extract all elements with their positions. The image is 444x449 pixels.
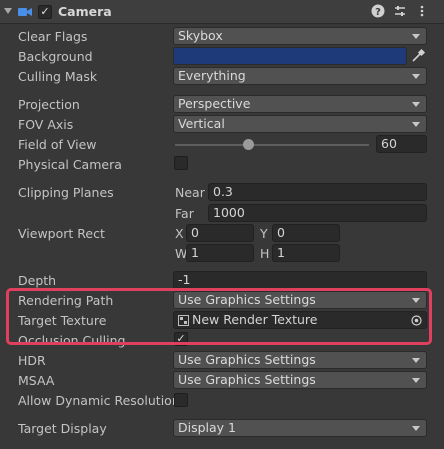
culling-mask-label: Culling Mask bbox=[18, 69, 98, 84]
msaa-dropdown[interactable]: Use Graphics Settings bbox=[173, 371, 427, 389]
msaa-label: MSAA bbox=[18, 373, 55, 388]
field-of-view-slider-handle[interactable] bbox=[243, 139, 255, 150]
dropdown-arrow-icon bbox=[412, 122, 420, 127]
viewport-rect-label: Viewport Rect bbox=[18, 226, 105, 241]
context-menu-icon[interactable] bbox=[414, 4, 430, 20]
target-display-label: Target Display bbox=[18, 421, 107, 436]
dropdown-arrow-icon bbox=[412, 102, 420, 107]
eyedropper-icon[interactable] bbox=[409, 47, 427, 65]
allow-dynamic-resolution-checkbox[interactable] bbox=[174, 393, 188, 407]
preset-settings-icon[interactable] bbox=[392, 4, 408, 20]
viewport-x-label: X bbox=[175, 226, 184, 241]
hdr-label: HDR bbox=[18, 353, 46, 368]
target-display-dropdown[interactable]: Display 1 bbox=[173, 419, 427, 437]
projection-dropdown[interactable]: Perspective bbox=[173, 95, 427, 113]
depth-input[interactable]: -1 bbox=[173, 271, 427, 289]
target-display-value: Display 1 bbox=[178, 420, 237, 435]
far-clip-input[interactable]: 1000 bbox=[208, 204, 427, 222]
clear-flags-value: Skybox bbox=[178, 28, 223, 43]
foldout-arrow-icon[interactable] bbox=[4, 8, 12, 14]
dropdown-arrow-icon bbox=[412, 34, 420, 39]
hdr-dropdown[interactable]: Use Graphics Settings bbox=[173, 351, 427, 369]
component-header[interactable]: ✓ Camera ? bbox=[0, 0, 444, 24]
fov-axis-value: Vertical bbox=[178, 116, 225, 131]
dropdown-arrow-icon bbox=[412, 358, 420, 363]
viewport-y-label: Y bbox=[260, 226, 268, 241]
field-of-view-label: Field of View bbox=[18, 137, 97, 152]
component-enabled-checkbox[interactable]: ✓ bbox=[38, 5, 52, 19]
clipping-planes-label: Clipping Planes bbox=[18, 185, 114, 200]
hdr-value: Use Graphics Settings bbox=[178, 352, 316, 367]
allow-dynamic-resolution-label: Allow Dynamic Resolution bbox=[18, 393, 180, 408]
depth-label: Depth bbox=[18, 273, 57, 288]
dropdown-arrow-icon bbox=[412, 426, 420, 431]
annotation-highlight-box bbox=[6, 288, 432, 345]
viewport-w-input[interactable]: 1 bbox=[186, 244, 254, 262]
background-color-field[interactable] bbox=[173, 47, 407, 65]
help-icon-glyph: ? bbox=[371, 4, 385, 18]
eyedropper-icon-glyph bbox=[412, 48, 426, 62]
viewport-h-label: H bbox=[260, 246, 270, 261]
fov-axis-label: FOV Axis bbox=[18, 117, 74, 132]
help-icon[interactable]: ? bbox=[370, 4, 386, 20]
near-label: Near bbox=[175, 185, 205, 200]
culling-mask-dropdown[interactable]: Everything bbox=[173, 67, 427, 85]
kebab-menu-icon bbox=[420, 5, 424, 17]
viewport-y-input[interactable]: 0 bbox=[272, 224, 340, 242]
projection-label: Projection bbox=[18, 97, 80, 112]
dropdown-arrow-icon bbox=[412, 378, 420, 383]
viewport-h-input[interactable]: 1 bbox=[272, 244, 340, 262]
clear-flags-dropdown[interactable]: Skybox bbox=[173, 27, 427, 45]
component-title: Camera bbox=[58, 4, 112, 19]
dropdown-arrow-icon bbox=[412, 74, 420, 79]
camera-icon bbox=[18, 8, 32, 16]
svg-text:?: ? bbox=[375, 7, 381, 18]
viewport-x-input[interactable]: 0 bbox=[186, 224, 254, 242]
field-of-view-input[interactable]: 60 bbox=[376, 135, 427, 153]
fov-axis-dropdown[interactable]: Vertical bbox=[173, 115, 427, 133]
far-label: Far bbox=[175, 206, 194, 221]
clear-flags-label: Clear Flags bbox=[18, 29, 88, 44]
culling-mask-value: Everything bbox=[178, 68, 246, 83]
projection-value: Perspective bbox=[178, 96, 251, 111]
field-of-view-slider-track[interactable] bbox=[175, 144, 369, 146]
msaa-value: Use Graphics Settings bbox=[178, 372, 316, 387]
sliders-icon bbox=[395, 6, 405, 16]
physical-camera-label: Physical Camera bbox=[18, 157, 122, 172]
physical-camera-checkbox[interactable] bbox=[174, 156, 188, 170]
near-clip-input[interactable]: 0.3 bbox=[208, 183, 427, 201]
background-label: Background bbox=[18, 49, 93, 64]
